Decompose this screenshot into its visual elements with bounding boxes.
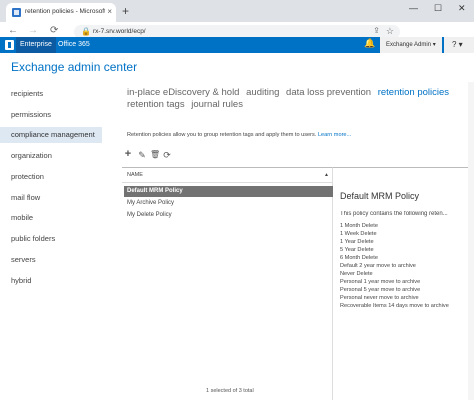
page-description: Retention policies allow you to group re…	[127, 132, 351, 138]
selection-count: 1 selected of 3 total	[206, 388, 254, 394]
help-button[interactable]: ? ▾	[444, 37, 474, 53]
detail-title: Default MRM Policy	[340, 191, 420, 201]
tab-close-icon[interactable]: ×	[107, 7, 112, 16]
list-item[interactable]: My Delete Policy	[124, 210, 333, 221]
retention-tag-item: Personal 1 year move to archive	[340, 279, 421, 285]
office-logo-icon[interactable]	[5, 40, 14, 50]
learn-more-link[interactable]: Learn more...	[318, 132, 351, 138]
new-tab-icon[interactable]: +	[122, 4, 129, 18]
subnav-retention-tags[interactable]: retention tags	[127, 99, 185, 110]
subnav-dlp[interactable]: data loss prevention	[286, 87, 371, 98]
env-office-365[interactable]: Office 365	[54, 37, 94, 53]
nav-item-mail-flow[interactable]: mail flow	[0, 190, 102, 206]
nav-item-hybrid[interactable]: hybrid	[0, 273, 102, 289]
env-enterprise[interactable]: Enterprise	[16, 37, 56, 53]
policy-list: NAME ▲ Default MRM Policy My Archive Pol…	[122, 167, 333, 400]
share-icon[interactable]: ⇪	[373, 26, 380, 35]
detail-pane: Default MRM Policy This policy contains …	[333, 167, 474, 400]
column-header-name[interactable]: NAME ▲	[122, 168, 333, 183]
detail-intro: This policy contains the following reten…	[340, 211, 448, 217]
sort-ascending-icon[interactable]: ▲	[324, 168, 329, 183]
nav-item-permissions[interactable]: permissions	[0, 107, 102, 123]
subnav-journal-rules[interactable]: journal rules	[191, 99, 243, 110]
retention-tag-item: Personal 5 year move to archive	[340, 287, 421, 293]
nav-item-organization[interactable]: organization	[0, 148, 102, 164]
retention-tag-item: 5 Year Delete	[340, 247, 374, 253]
list-item[interactable]: Default MRM Policy	[124, 186, 333, 197]
notification-bell-icon[interactable]: 🔔	[364, 38, 375, 49]
browser-tab-strip: retention policies - Microsoft Ex × + — …	[0, 0, 474, 22]
office-top-bar: Enterprise Office 365 🔔 Exchange Admin ▾…	[0, 37, 474, 53]
retention-tag-item: Never Delete	[340, 271, 373, 277]
exchange-favicon-icon	[12, 8, 21, 17]
edit-icon[interactable]: ✎	[137, 150, 147, 162]
subnav-row-1: in-place eDiscovery & hold auditing data…	[127, 87, 453, 98]
retention-tag-item: Recoverable Items 14 days move to archiv…	[340, 303, 449, 309]
page-scrollbar[interactable]	[468, 82, 474, 400]
window-close-icon[interactable]: ✕	[458, 3, 466, 14]
minimize-icon[interactable]: —	[409, 3, 418, 13]
description-text: Retention policies allow you to group re…	[127, 132, 317, 138]
retention-tag-item: 1 Week Delete	[340, 231, 377, 237]
delete-icon[interactable]: 🗑	[150, 150, 160, 162]
lock-icon[interactable]: 🔒	[81, 27, 91, 36]
subnav-row-2: retention tags journal rules	[127, 99, 247, 110]
list-item[interactable]: My Archive Policy	[124, 198, 333, 209]
nav-item-recipients[interactable]: recipients	[0, 86, 102, 102]
retention-tag-item: 1 Year Delete	[340, 239, 374, 245]
refresh-icon[interactable]: ⟳	[162, 150, 172, 162]
retention-tag-item: 6 Month Delete	[340, 255, 378, 261]
url-text[interactable]: rx-7.srv.world/ecp/	[93, 28, 146, 35]
reload-icon[interactable]: ⟳	[50, 25, 58, 36]
tab-title: retention policies - Microsoft Ex	[25, 8, 105, 15]
subnav-retention-policies[interactable]: retention policies	[378, 87, 449, 98]
user-menu-button[interactable]: Exchange Admin ▾	[380, 37, 442, 53]
nav-item-public-folders[interactable]: public folders	[0, 231, 102, 247]
maximize-icon[interactable]: ☐	[434, 3, 442, 14]
browser-tab[interactable]: retention policies - Microsoft Ex ×	[6, 3, 116, 22]
add-icon[interactable]: +	[123, 148, 133, 160]
subnav-ediscovery[interactable]: in-place eDiscovery & hold	[127, 87, 239, 98]
page-title: Exchange admin center	[11, 60, 138, 74]
retention-tag-item: 1 Month Delete	[340, 223, 378, 229]
nav-item-protection[interactable]: protection	[0, 169, 102, 185]
bookmark-star-icon[interactable]: ☆	[386, 26, 394, 37]
nav-item-compliance-management[interactable]: compliance management	[0, 127, 102, 143]
column-name-label: NAME	[127, 172, 143, 178]
subnav-auditing[interactable]: auditing	[246, 87, 279, 98]
forward-icon[interactable]: →	[28, 25, 38, 36]
retention-tag-item: Personal never move to archive	[340, 295, 419, 301]
nav-item-servers[interactable]: servers	[0, 252, 102, 268]
retention-tag-item: Default 2 year move to archive	[340, 263, 416, 269]
back-icon[interactable]: ←	[8, 25, 18, 36]
nav-item-mobile[interactable]: mobile	[0, 210, 102, 226]
